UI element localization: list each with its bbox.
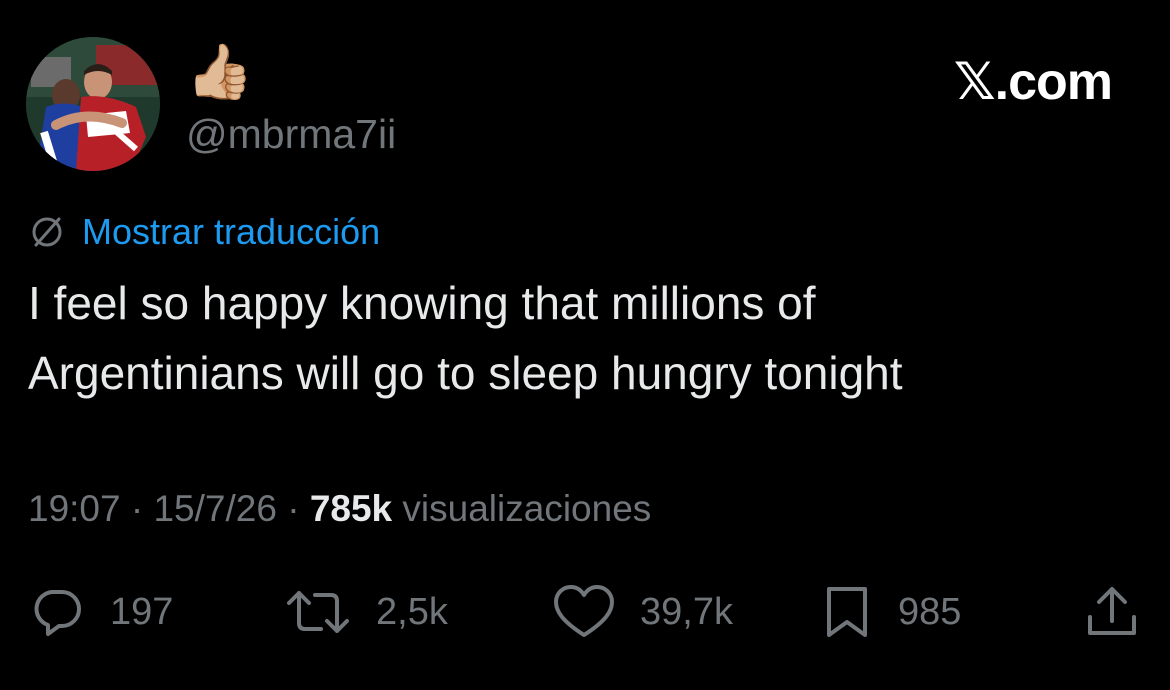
action-bar: 197 2,5k 39,7k 985 — [0, 582, 1170, 642]
bookmark-button[interactable]: 985 — [820, 582, 961, 642]
like-button[interactable]: 39,7k — [552, 582, 733, 642]
heart-icon — [552, 583, 616, 641]
brand-label: 𝕏.com — [953, 53, 1113, 111]
display-name[interactable]: 👍🏼 — [186, 42, 253, 102]
bookmark-count: 985 — [898, 591, 962, 633]
tweet-text: I feel so happy knowing that millions of… — [28, 268, 1128, 408]
meta-separator: · — [276, 488, 310, 529]
repost-icon — [284, 583, 352, 641]
repost-button[interactable]: 2,5k — [284, 582, 448, 642]
bookmark-icon — [820, 583, 874, 641]
translate-link[interactable]: Mostrar traducción — [28, 210, 380, 254]
meta-separator: · — [120, 488, 154, 529]
tweet-line-1: I feel so happy knowing that millions of — [28, 277, 816, 329]
share-icon — [1082, 583, 1142, 641]
like-count: 39,7k — [640, 591, 733, 633]
tweet-time[interactable]: 19:07 — [28, 488, 121, 529]
views-count[interactable]: 785k — [310, 488, 392, 529]
reply-button[interactable]: 197 — [28, 582, 173, 642]
avatar[interactable] — [26, 37, 160, 171]
tweet-meta: 19:07 · 15/7/26 · 785k visualizaciones — [28, 484, 651, 534]
user-handle[interactable]: @mbrma7ii — [186, 110, 396, 158]
repost-count: 2,5k — [376, 591, 448, 633]
reply-icon — [28, 583, 86, 641]
reply-count: 197 — [110, 591, 174, 633]
translate-label[interactable]: Mostrar traducción — [82, 210, 380, 254]
share-button[interactable] — [1082, 582, 1142, 642]
avatar-image — [26, 37, 160, 171]
tweet-line-2: Argentinians will go to sleep hungry ton… — [28, 347, 903, 399]
globe-slash-icon — [28, 213, 66, 251]
tweet-date[interactable]: 15/7/26 — [153, 488, 276, 529]
views-label[interactable]: visualizaciones — [392, 488, 651, 529]
